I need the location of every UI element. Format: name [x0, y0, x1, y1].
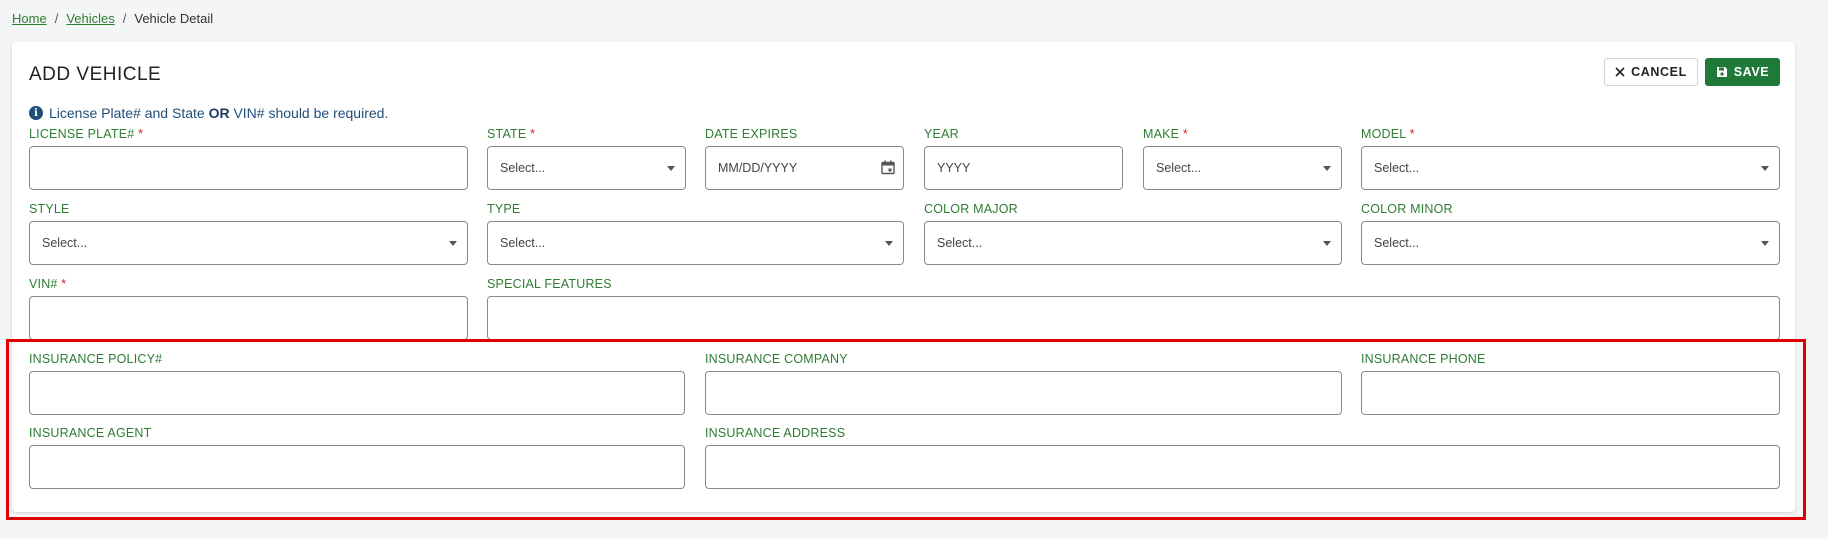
insurance-phone-label: INSURANCE PHONE — [1361, 352, 1486, 366]
style-select[interactable]: Select... — [29, 221, 468, 265]
chevron-down-icon — [1323, 241, 1331, 246]
insurance-policy-label: INSURANCE POLICY# — [29, 352, 163, 366]
chevron-down-icon — [1323, 166, 1331, 171]
breadcrumb: Home / Vehicles / Vehicle Detail — [12, 11, 213, 26]
vin-input[interactable] — [29, 296, 468, 340]
type-select[interactable]: Select... — [487, 221, 904, 265]
required-info-note: i License Plate# and State OR VIN# shoul… — [29, 105, 388, 121]
color-major-select-value: Select... — [937, 236, 983, 250]
breadcrumb-vehicles-link[interactable]: Vehicles — [66, 11, 114, 26]
insurance-company-label: INSURANCE COMPANY — [705, 352, 848, 366]
chevron-down-icon — [1761, 241, 1769, 246]
cancel-button-label: CANCEL — [1631, 65, 1687, 79]
type-label: TYPE — [487, 202, 521, 216]
chevron-down-icon — [449, 241, 457, 246]
insurance-address-field: INSURANCE ADDRESS — [705, 425, 1780, 489]
insurance-agent-field: INSURANCE AGENT — [29, 425, 685, 489]
state-label: STATE * — [487, 127, 536, 141]
save-button[interactable]: SAVE — [1705, 58, 1780, 86]
model-select-value: Select... — [1374, 161, 1420, 175]
type-select-value: Select... — [500, 236, 546, 250]
state-select[interactable]: Select... — [487, 146, 686, 190]
year-label: YEAR — [924, 127, 959, 141]
info-text-part2: VIN# should be required. — [229, 105, 389, 121]
date-expires-placeholder: MM/DD/YYYY — [718, 161, 798, 175]
save-button-label: SAVE — [1733, 65, 1770, 79]
style-field: STYLE Select... — [29, 201, 468, 265]
save-icon — [1716, 66, 1728, 78]
vehicle-form-card: ADD VEHICLE CANCEL SAVE i License Plate#… — [12, 42, 1795, 512]
breadcrumb-home-link[interactable]: Home — [12, 11, 47, 26]
make-select[interactable]: Select... — [1143, 146, 1342, 190]
color-minor-select[interactable]: Select... — [1361, 221, 1780, 265]
info-circle-icon: i — [29, 106, 43, 120]
insurance-address-input[interactable] — [705, 445, 1780, 489]
breadcrumb-separator: / — [54, 11, 59, 26]
license-plate-label: LICENSE PLATE# * — [29, 127, 144, 141]
insurance-agent-label: INSURANCE AGENT — [29, 426, 152, 440]
insurance-policy-field: INSURANCE POLICY# — [29, 351, 685, 415]
page-title: ADD VEHICLE — [29, 64, 162, 85]
insurance-address-label: INSURANCE ADDRESS — [705, 426, 846, 440]
insurance-company-input[interactable] — [705, 371, 1342, 415]
special-features-input[interactable] — [487, 296, 1780, 340]
year-placeholder: YYYY — [937, 161, 971, 175]
make-field: MAKE * Select... — [1143, 126, 1342, 190]
insurance-phone-input[interactable] — [1361, 371, 1780, 415]
info-text-bold: OR — [208, 105, 230, 121]
state-select-value: Select... — [500, 161, 546, 175]
close-icon — [1615, 67, 1625, 77]
color-major-label: COLOR MAJOR — [924, 202, 1018, 216]
color-minor-label: COLOR MINOR — [1361, 202, 1453, 216]
model-select[interactable]: Select... — [1361, 146, 1780, 190]
state-field: STATE * Select... — [487, 126, 686, 190]
date-expires-field: DATE EXPIRES MM/DD/YYYY — [705, 126, 904, 190]
color-major-select[interactable]: Select... — [924, 221, 1342, 265]
model-field: MODEL * Select... — [1361, 126, 1780, 190]
license-plate-input[interactable] — [29, 146, 468, 190]
breadcrumb-separator: / — [122, 11, 127, 26]
style-select-value: Select... — [42, 236, 88, 250]
insurance-policy-input[interactable] — [29, 371, 685, 415]
type-field: TYPE Select... — [487, 201, 904, 265]
special-features-field: SPECIAL FEATURES — [487, 276, 1780, 340]
make-select-value: Select... — [1156, 161, 1202, 175]
style-label: STYLE — [29, 202, 70, 216]
insurance-company-field: INSURANCE COMPANY — [705, 351, 1342, 415]
color-minor-field: COLOR MINOR Select... — [1361, 201, 1780, 265]
date-expires-input[interactable]: MM/DD/YYYY — [705, 146, 904, 190]
breadcrumb-current: Vehicle Detail — [134, 11, 214, 26]
insurance-phone-field: INSURANCE PHONE — [1361, 351, 1780, 415]
chevron-down-icon — [885, 241, 893, 246]
chevron-down-icon — [667, 166, 675, 171]
cancel-button[interactable]: CANCEL — [1604, 58, 1698, 86]
date-expires-label: DATE EXPIRES — [705, 127, 798, 141]
info-text-part1: License Plate# and State — [49, 105, 209, 121]
year-input[interactable]: YYYY — [924, 146, 1123, 190]
vin-field: VIN# * — [29, 276, 468, 340]
special-features-label: SPECIAL FEATURES — [487, 277, 612, 291]
vin-label: VIN# * — [29, 277, 67, 291]
make-label: MAKE * — [1143, 127, 1188, 141]
color-major-field: COLOR MAJOR Select... — [924, 201, 1342, 265]
color-minor-select-value: Select... — [1374, 236, 1420, 250]
model-label: MODEL * — [1361, 127, 1415, 141]
license-plate-field: LICENSE PLATE# * — [29, 126, 468, 190]
calendar-icon[interactable] — [881, 160, 895, 178]
year-field: YEAR YYYY — [924, 126, 1123, 190]
chevron-down-icon — [1761, 166, 1769, 171]
insurance-agent-input[interactable] — [29, 445, 685, 489]
